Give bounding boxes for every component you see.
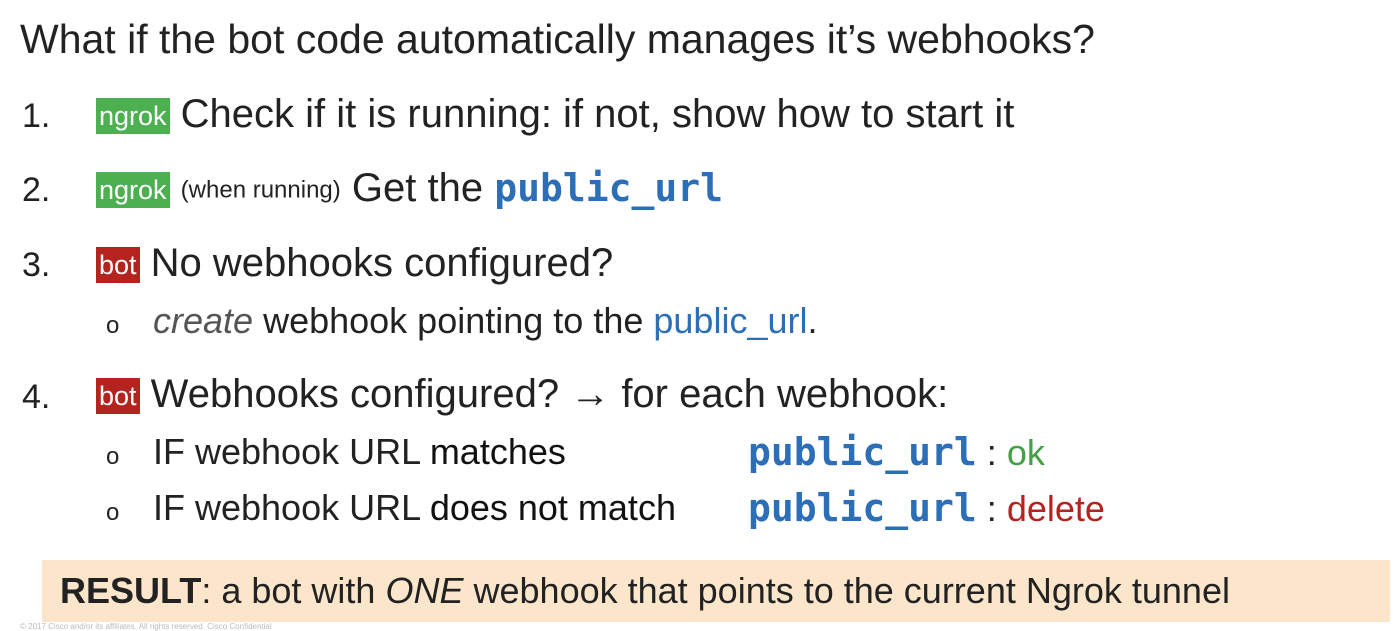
item-4-number: 4.	[22, 378, 51, 416]
result-colon: :	[201, 570, 212, 611]
item-3-number: 3.	[22, 246, 51, 284]
item-4-sub-2-tail: public_url : delete	[748, 484, 1105, 533]
item-4-sub-1-bullet: o	[106, 443, 120, 470]
item-4-sub-2-condition: does not match	[429, 487, 676, 528]
item-2-text: Get the	[351, 166, 484, 210]
result-pre: a bot with	[221, 570, 376, 611]
item-4-sub-2: IF webhook URL does not match	[153, 484, 676, 532]
item-4-sub-2-sep: :	[986, 488, 997, 529]
item-3-bullet: o	[106, 312, 120, 339]
item-4-text: Webhooks configured? → for each webhook:	[150, 372, 949, 416]
slide-title: What if the bot code automatically manag…	[20, 16, 1095, 62]
ngrok-tag: ngrok	[96, 172, 170, 209]
result-emphasis: ONE	[385, 570, 464, 611]
item-2-number: 2.	[22, 171, 51, 209]
item-3-sub-link: public_url	[653, 300, 808, 341]
item-4-sub-2-code: public_url	[748, 486, 977, 530]
item-2-note: (when running)	[180, 176, 341, 204]
result-label: RESULT	[60, 570, 202, 611]
item-4-sub-1-condition: matches	[429, 431, 566, 472]
bot-tag: bot	[96, 378, 140, 415]
item-3: bot No webhooks configured?	[96, 238, 613, 288]
item-4-sub-1-code: public_url	[748, 430, 977, 474]
result-box: RESULT: a bot with ONE webhook that poin…	[42, 560, 1390, 622]
ngrok-tag: ngrok	[96, 98, 170, 135]
item-4: bot Webhooks configured? → for each webh…	[96, 369, 948, 419]
result-post: webhook that points to the current Ngrok…	[473, 570, 1230, 611]
item-4-sub-1-tail: public_url : ok	[748, 428, 1045, 477]
item-3-text: No webhooks configured?	[150, 241, 614, 285]
item-4-sub-2-bullet: o	[106, 499, 120, 526]
item-1-text: Check if it is running: if not, show how…	[180, 92, 1015, 136]
item-4-sub-1-outcome: ok	[1006, 432, 1045, 473]
item-1: ngrok Check if it is running: if not, sh…	[96, 89, 1014, 139]
item-4-sub-1-sep: :	[986, 432, 997, 473]
item-1-number: 1.	[22, 97, 51, 135]
item-3-sub-text: webhook pointing to the	[263, 300, 644, 341]
item-4-sub-2-outcome: delete	[1006, 488, 1105, 529]
item-4-sub-1: IF webhook URL matches	[153, 428, 566, 476]
item-2-code: public_url	[494, 166, 723, 210]
item-4-sub-2-prefix: IF webhook URL	[153, 487, 420, 528]
item-3-sub-emphasis: create	[153, 300, 254, 341]
item-2: ngrok (when running) Get the public_url	[96, 163, 723, 215]
item-3-sub: create webhook pointing to the public_ur…	[153, 297, 818, 345]
item-4-sub-1-prefix: IF webhook URL	[153, 431, 420, 472]
item-3-sub-end: .	[807, 300, 818, 341]
bot-tag: bot	[96, 247, 140, 284]
